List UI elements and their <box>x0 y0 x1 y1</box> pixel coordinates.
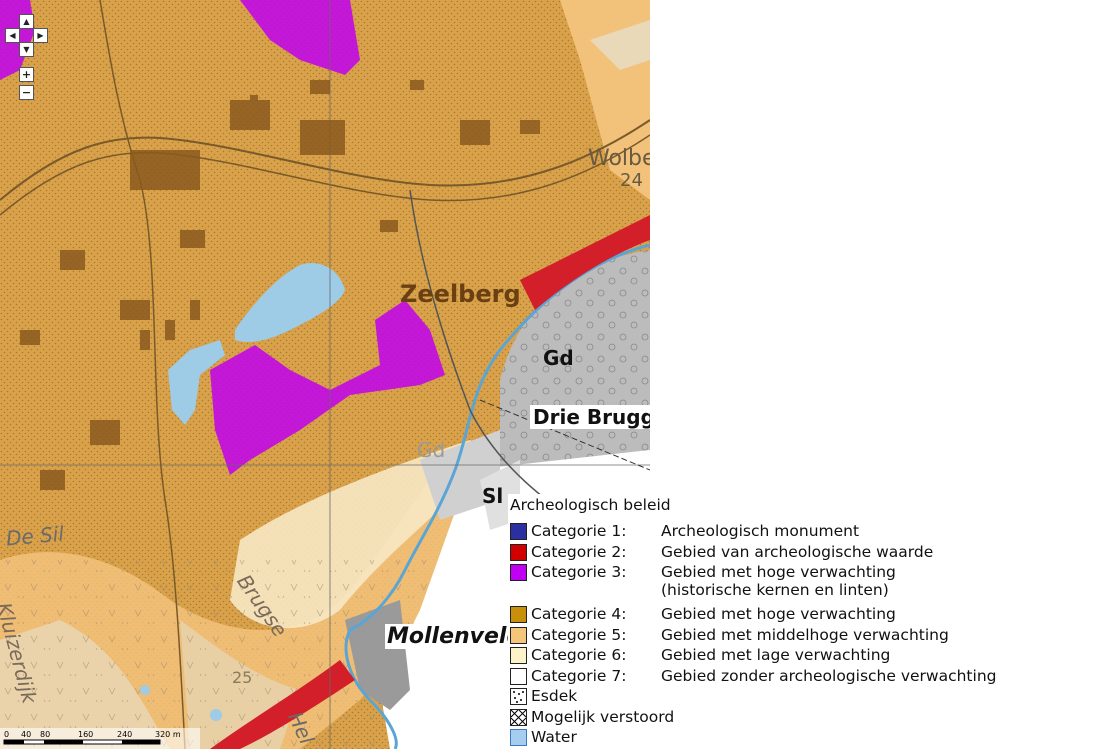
legend-description: Gebied zonder archeologische verwachting <box>661 666 997 685</box>
scale-tick-160: 160 <box>78 730 93 739</box>
label-wolbe-number: 24 <box>620 170 643 191</box>
legend-category: Categorie 7: <box>531 666 627 685</box>
scale-tick-320: 320 m <box>155 730 181 739</box>
label-wolbe: Wolbe <box>588 146 650 171</box>
map-navigation-control: ▲ ◀ ▶ ▼ + − <box>4 8 50 104</box>
scale-tick-80: 80 <box>40 730 50 739</box>
legend-item-cat3: Categorie 3: Gebied met hoge verwachting… <box>510 563 896 603</box>
label-zeelberg: Zeelberg <box>400 280 521 308</box>
legend-description: Gebied met middelhoge verwachting <box>661 625 949 644</box>
legend-item-cat5: Categorie 5: Gebied met middelhoge verwa… <box>510 626 949 646</box>
legend-swatch-cat4 <box>510 606 527 623</box>
legend-description: Gebied met hoge verwachting <box>661 563 896 581</box>
legend-swatch-cat3 <box>510 564 527 581</box>
legend-swatch-cat5 <box>510 626 527 644</box>
label-gd-north: Gd <box>543 346 574 370</box>
label-drie-brugge: Drie Brugge <box>530 405 650 429</box>
legend-item-esdek: Esdek <box>510 687 577 707</box>
legend-category: Categorie 4: <box>531 605 627 623</box>
scale-tick-240: 240 <box>117 730 132 739</box>
legend-item-cat7: Categorie 7: Gebied zonder archeologisch… <box>510 667 996 687</box>
scale-tick-40: 40 <box>21 730 31 739</box>
zoom-in-button[interactable]: + <box>19 67 34 82</box>
legend-category: Categorie 2: <box>531 542 627 561</box>
legend-description: Gebied met hoge verwachting <box>661 605 896 623</box>
pan-down-button[interactable]: ▼ <box>19 42 34 57</box>
legend-label: Water <box>531 728 577 746</box>
legend-description: Gebied van archeologische waarde <box>661 542 934 561</box>
legend-swatch-verstoord <box>510 708 527 726</box>
legend-category: Categorie 1: <box>531 522 627 540</box>
legend-category: Categorie 5: <box>531 625 627 644</box>
water-spot <box>140 685 150 695</box>
map-legend: Archeologisch beleid Categorie 1: Archeo… <box>508 494 1093 749</box>
label-de-sil: De Sil <box>5 521 65 551</box>
legend-category: Categorie 6: <box>531 646 627 664</box>
crosshatch-pattern-icon <box>510 709 527 725</box>
pan-right-button[interactable]: ▶ <box>33 28 48 43</box>
zoom-out-button[interactable]: − <box>19 85 34 100</box>
legend-description-multiline: Gebied met hoge verwachting (historische… <box>661 563 896 599</box>
label-sl: Sl <box>482 484 504 508</box>
legend-category: Categorie 3: <box>531 563 627 581</box>
legend-item-cat6: Categorie 6: Gebied met lage verwachting <box>510 646 890 666</box>
legend-description: Archeologisch monument <box>661 522 860 540</box>
legend-label: Mogelijk verstoord <box>531 707 675 726</box>
scale-bar-graphic: 0 40 80 160 240 320 m <box>0 728 200 749</box>
legend-swatch-water <box>510 729 527 746</box>
scale-bar: 0 40 80 160 240 320 m <box>0 728 200 749</box>
legend-description-line2: (historische kernen en linten) <box>661 581 889 599</box>
label-number-25: 25 <box>232 668 253 687</box>
legend-swatch-cat1 <box>510 523 527 540</box>
pan-left-button[interactable]: ◀ <box>5 28 20 43</box>
dots-pattern-icon <box>513 691 524 703</box>
legend-label: Esdek <box>531 687 578 705</box>
label-gd-center: Gd <box>417 438 446 462</box>
label-mollenveld: Mollenveld <box>385 624 525 649</box>
legend-title: Archeologisch beleid <box>510 496 671 514</box>
legend-item-cat2: Categorie 2: Gebied van archeologische w… <box>510 543 933 563</box>
legend-description: Gebied met lage verwachting <box>661 646 891 664</box>
pan-up-button[interactable]: ▲ <box>19 14 34 29</box>
legend-swatch-cat2 <box>510 543 527 561</box>
legend-swatch-esdek <box>510 688 527 705</box>
water-spot-2 <box>210 709 222 721</box>
legend-item-cat1: Categorie 1: Archeologisch monument <box>510 522 859 542</box>
legend-item-water: Water <box>510 728 577 748</box>
legend-item-cat4: Categorie 4: Gebied met hoge verwachting <box>510 605 896 625</box>
legend-item-mogelijk-verstoord: Mogelijk verstoord <box>510 708 674 728</box>
scale-tick-0: 0 <box>4 730 9 739</box>
legend-swatch-cat6 <box>510 647 527 664</box>
legend-swatch-cat7 <box>510 667 527 685</box>
